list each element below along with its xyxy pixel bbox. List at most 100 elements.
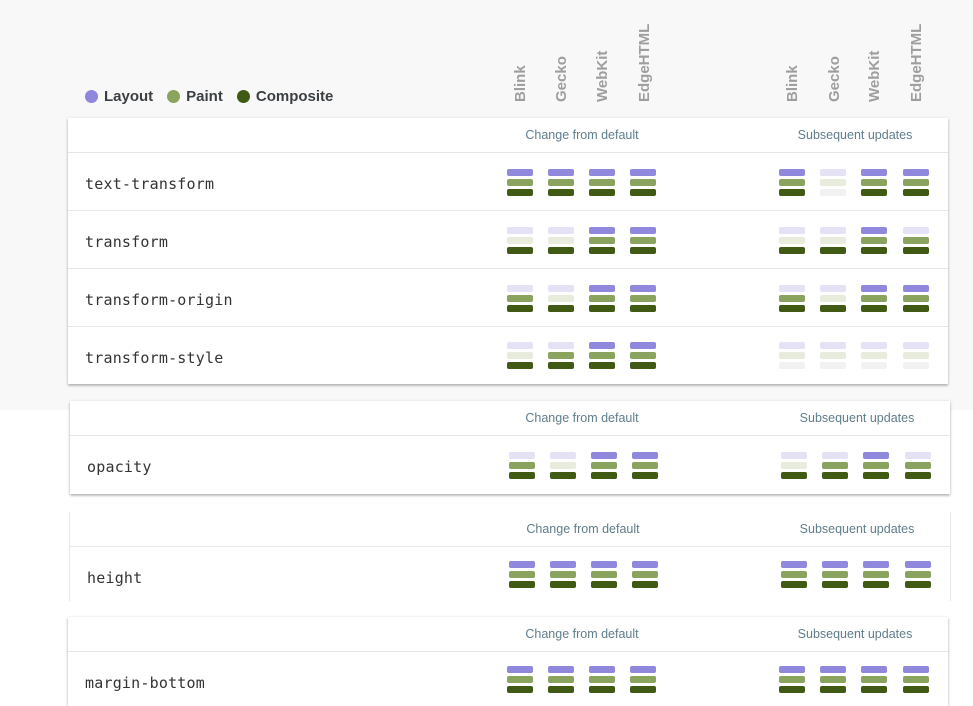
composite-bar xyxy=(507,189,533,196)
paint-bar xyxy=(861,237,887,244)
subsequent-indicator-gecko xyxy=(820,285,846,313)
paint-bar xyxy=(548,352,574,359)
composite-bar xyxy=(905,472,931,479)
layout-bar xyxy=(630,169,656,176)
property-name: transform-origin xyxy=(85,291,233,309)
layout-bar xyxy=(863,561,889,568)
composite-bar xyxy=(507,247,533,254)
paint-bar xyxy=(507,237,533,244)
paint-bar xyxy=(903,352,929,359)
subsequent-indicator-blink xyxy=(779,227,805,255)
subsequent-indicator-edgehtml xyxy=(903,169,929,197)
change-indicator-blink xyxy=(509,561,535,589)
subsequent-indicator-webkit xyxy=(861,342,887,370)
composite-bar xyxy=(507,686,533,693)
paint-bar xyxy=(905,571,931,578)
layout-bar xyxy=(781,452,807,459)
paint-bar xyxy=(903,237,929,244)
change-indicator-blink xyxy=(507,227,533,255)
layout-bar xyxy=(903,169,929,176)
paint-bar xyxy=(591,462,617,469)
paint-bar xyxy=(861,676,887,683)
paint-bar xyxy=(820,676,846,683)
composite-bar xyxy=(630,686,656,693)
change-indicator-edgehtml xyxy=(632,452,658,480)
composite-bar xyxy=(781,581,807,588)
paint-bar xyxy=(905,462,931,469)
composite-bar xyxy=(548,362,574,369)
layout-bar xyxy=(903,285,929,292)
change-indicator-gecko xyxy=(548,342,574,370)
layout-bar xyxy=(820,342,846,349)
table-row: transform xyxy=(68,211,948,269)
paint-bar xyxy=(589,237,615,244)
subsequent-indicator-gecko xyxy=(822,452,848,480)
change-indicator-gecko xyxy=(548,169,574,197)
layout-bar xyxy=(822,452,848,459)
paint-bar xyxy=(632,571,658,578)
layout-bar xyxy=(861,342,887,349)
change-indicator-gecko xyxy=(548,666,574,694)
paint-bar xyxy=(630,237,656,244)
paint-bar xyxy=(548,237,574,244)
card-header: Change from default Subsequent updates xyxy=(70,401,950,436)
paint-bar xyxy=(632,462,658,469)
subsequent-updates-header: Subsequent updates xyxy=(799,522,915,536)
layout-bar xyxy=(861,227,887,234)
paint-bar xyxy=(548,295,574,302)
paint-bar xyxy=(822,571,848,578)
layout-bar xyxy=(589,285,615,292)
layout-bar xyxy=(779,169,805,176)
composite-bar xyxy=(863,581,889,588)
layout-bar xyxy=(820,169,846,176)
composite-bar xyxy=(863,472,889,479)
change-indicator-webkit xyxy=(589,342,615,370)
composite-bar xyxy=(820,686,846,693)
browser-label-blink: Blink xyxy=(512,65,529,102)
change-indicator-webkit xyxy=(591,561,617,589)
layout-bar xyxy=(820,285,846,292)
composite-bar xyxy=(507,362,533,369)
composite-bar xyxy=(548,189,574,196)
paint-bar xyxy=(507,295,533,302)
subsequent-indicator-blink xyxy=(779,342,805,370)
layout-bar xyxy=(903,342,929,349)
layout-bar xyxy=(903,666,929,673)
composite-bar xyxy=(861,362,887,369)
subsequent-indicator-blink xyxy=(779,169,805,197)
subsequent-indicator-gecko xyxy=(820,169,846,197)
layout-bar xyxy=(632,452,658,459)
layout-bar xyxy=(781,561,807,568)
paint-bar xyxy=(507,352,533,359)
layout-dot-icon xyxy=(85,90,98,103)
paint-bar xyxy=(509,462,535,469)
composite-bar xyxy=(589,189,615,196)
layout-bar xyxy=(861,169,887,176)
layout-bar xyxy=(509,561,535,568)
layout-bar xyxy=(550,452,576,459)
subsequent-indicator-webkit xyxy=(861,285,887,313)
layout-bar xyxy=(630,666,656,673)
layout-bar xyxy=(509,452,535,459)
subsequent-indicator-edgehtml xyxy=(903,285,929,313)
subsequent-indicator-edgehtml xyxy=(905,452,931,480)
subsequent-indicator-webkit xyxy=(861,169,887,197)
paint-bar xyxy=(779,352,805,359)
paint-bar xyxy=(550,571,576,578)
change-indicator-webkit xyxy=(589,227,615,255)
paint-bar xyxy=(630,676,656,683)
subsequent-updates-header: Subsequent updates xyxy=(799,411,915,425)
subsequent-updates-header: Subsequent updates xyxy=(797,128,913,142)
browser-label-gecko: Gecko xyxy=(826,56,843,102)
composite-bar xyxy=(509,472,535,479)
subsequent-indicator-edgehtml xyxy=(903,666,929,694)
property-card-height: Change from default Subsequent updates h… xyxy=(69,512,951,601)
composite-bar xyxy=(630,189,656,196)
layout-bar xyxy=(822,561,848,568)
change-indicator-edgehtml xyxy=(630,285,656,313)
property-name: opacity xyxy=(87,458,152,476)
layout-bar xyxy=(589,342,615,349)
layout-bar xyxy=(863,452,889,459)
composite-bar xyxy=(550,472,576,479)
change-from-default-header: Change from default xyxy=(525,128,639,142)
